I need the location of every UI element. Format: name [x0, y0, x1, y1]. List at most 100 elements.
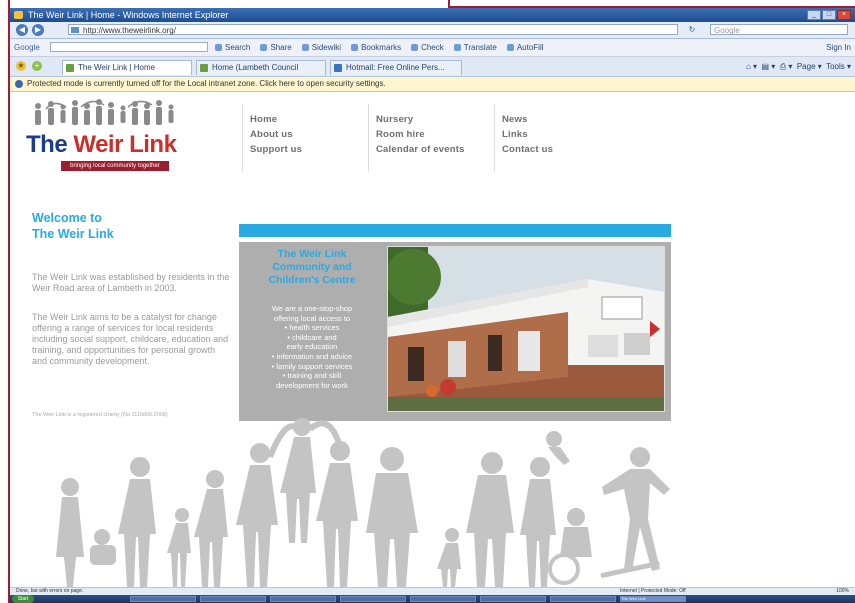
- address-bar-row: ◀ ▶ http://www.theweirlink.org/ ↻ Google: [10, 22, 855, 39]
- people-silhouettes-illustration: [56, 418, 670, 587]
- tab-favicon: [200, 64, 208, 72]
- nav-links[interactable]: Links: [502, 127, 553, 142]
- feature-line: • family support services: [271, 361, 353, 371]
- tab-weir-link[interactable]: The Weir Link | Home: [62, 60, 192, 75]
- address-input[interactable]: http://www.theweirlink.org/: [68, 24, 678, 35]
- toolbar-bookmarks-button[interactable]: Bookmarks: [351, 39, 401, 56]
- back-arrow-icon[interactable]: ◀: [16, 24, 28, 36]
- logo-tagline: bringing local community together: [61, 161, 169, 171]
- info-bar-text: Protected mode is currently turned off f…: [27, 79, 386, 88]
- add-favorites-icon[interactable]: +: [32, 61, 42, 71]
- minimize-button[interactable]: _: [807, 10, 821, 20]
- taskbar-item[interactable]: [480, 596, 546, 602]
- toolbar-autofill-button[interactable]: AutoFill: [507, 39, 544, 56]
- toolbar-search-button[interactable]: Search: [215, 39, 250, 56]
- taskbar-item[interactable]: [270, 596, 336, 602]
- start-button[interactable]: Start: [12, 595, 34, 603]
- background-frame-left: [0, 0, 10, 603]
- feature-line: • childcare and: [287, 332, 337, 342]
- logo-people-icon: [35, 99, 174, 125]
- browser-window: The Weir Link | Home - Windows Internet …: [10, 8, 855, 603]
- taskbar-item-active[interactable]: The Weir Link: [620, 596, 686, 602]
- taskbar-item[interactable]: [550, 596, 616, 602]
- zoom-level[interactable]: 100%: [836, 588, 849, 595]
- nav-nursery[interactable]: Nursery: [376, 112, 465, 127]
- feature-header-bar: [239, 224, 671, 237]
- close-button[interactable]: ×: [837, 10, 851, 20]
- intro-paragraph-1: The Weir Link was established by residen…: [32, 272, 230, 293]
- welcome-line-1: Welcome to: [32, 211, 102, 225]
- home-icon[interactable]: ⌂ ▾: [746, 62, 757, 71]
- feature-line: development for work: [276, 380, 348, 390]
- search-input[interactable]: Google: [710, 24, 848, 35]
- page-content: The Weir Link bringing local community t…: [10, 92, 855, 587]
- tab-lambeth[interactable]: Home (Lambeth Council: [196, 60, 326, 75]
- windows-taskbar: Start The Weir Link: [10, 595, 855, 603]
- nav-column-1: Home About us Support us: [250, 112, 302, 157]
- ie-app-icon: [14, 11, 23, 19]
- feature-line: • health services: [284, 323, 340, 333]
- nav-about-us[interactable]: About us: [250, 127, 302, 142]
- taskbar-item[interactable]: [410, 596, 476, 602]
- tab-label: The Weir Link | Home: [78, 63, 156, 72]
- information-bar[interactable]: Protected mode is currently turned off f…: [10, 77, 855, 92]
- window-titlebar: The Weir Link | Home - Windows Internet …: [10, 8, 855, 22]
- divider: [494, 104, 495, 172]
- command-bar: ⌂ ▾ ▤ ▾ ⎙ ▾ Page ▾ Tools ▾: [745, 62, 851, 71]
- feature-line: • training and skill: [282, 371, 342, 381]
- security-zone[interactable]: Internet | Protected Mode: Off: [620, 588, 686, 595]
- refresh-icon[interactable]: ↻: [686, 24, 698, 35]
- google-toolbar-items: Search Share Sidewiki Bookmarks Check Tr…: [215, 39, 544, 56]
- nav-column-3: News Links Contact us: [502, 112, 553, 157]
- feature-line: We are a one-stop-shop: [271, 304, 353, 313]
- taskbar-item[interactable]: [130, 596, 196, 602]
- feature-title: The Weir Link Community and Children's C…: [268, 248, 356, 286]
- info-icon: [15, 79, 23, 88]
- logo-text-weir-link: Weir Link: [73, 131, 177, 158]
- toolbar-check-button[interactable]: Check: [411, 39, 444, 56]
- page-menu[interactable]: Page: [797, 62, 816, 71]
- divider: [242, 104, 243, 172]
- window-title: The Weir Link | Home - Windows Internet …: [28, 10, 229, 20]
- google-search-input[interactable]: [50, 42, 208, 52]
- feature-services-list: We are a one-stop-shop offering local ac…: [245, 304, 379, 390]
- toolbar-translate-button[interactable]: Translate: [454, 39, 497, 56]
- status-text: Done, but with errors on page.: [16, 588, 84, 594]
- nav-column-2: Nursery Room hire Calendar of events: [376, 112, 465, 157]
- address-url: http://www.theweirlink.org/: [83, 26, 176, 35]
- status-bar: Done, but with errors on page. Internet …: [10, 587, 855, 595]
- divider: [368, 104, 369, 172]
- tab-hotmail[interactable]: Hotmail: Free Online Pers...: [330, 60, 462, 75]
- nav-news[interactable]: News: [502, 112, 553, 127]
- toolbar-share-button[interactable]: Share: [260, 39, 291, 56]
- forward-arrow-icon[interactable]: ▶: [32, 24, 44, 36]
- welcome-heading: Welcome to The Weir Link: [32, 210, 114, 242]
- nav-contact-us[interactable]: Contact us: [502, 142, 553, 157]
- community-centre-photo: [387, 246, 665, 412]
- tab-label: Hotmail: Free Online Pers...: [346, 63, 445, 72]
- google-toolbar-label: Google: [14, 43, 40, 52]
- feature-line: • information and advice: [271, 351, 353, 361]
- feature-line: offering local access to: [273, 313, 351, 323]
- nav-home[interactable]: Home: [250, 112, 302, 127]
- tab-favicon: [66, 64, 74, 72]
- nav-room-hire[interactable]: Room hire: [376, 127, 465, 142]
- toolbar-sidewiki-button[interactable]: Sidewiki: [302, 39, 341, 56]
- welcome-line-2: The Weir Link: [32, 227, 114, 241]
- google-toolbar: Google Search Share Sidewiki Bookmarks C…: [10, 39, 855, 57]
- tab-favicon: [334, 64, 342, 72]
- intro-paragraph-2: The Weir Link aims to be a catalyst for …: [32, 312, 229, 366]
- sign-in-link[interactable]: Sign In: [826, 39, 851, 56]
- nav-support-us[interactable]: Support us: [250, 142, 302, 157]
- print-icon[interactable]: ⎙ ▾: [780, 62, 793, 71]
- site-logo[interactable]: The Weir Link: [26, 131, 177, 158]
- logo-text-the: The: [26, 131, 74, 158]
- tools-menu[interactable]: Tools: [826, 62, 845, 71]
- nav-calendar-of-events[interactable]: Calendar of events: [376, 142, 465, 157]
- taskbar-item[interactable]: [200, 596, 266, 602]
- window-controls: _ □ ×: [807, 10, 851, 20]
- taskbar-item[interactable]: [340, 596, 406, 602]
- feeds-icon[interactable]: ▤ ▾: [761, 62, 775, 71]
- maximize-button[interactable]: □: [822, 10, 836, 20]
- favorites-star-icon[interactable]: ★: [16, 61, 26, 71]
